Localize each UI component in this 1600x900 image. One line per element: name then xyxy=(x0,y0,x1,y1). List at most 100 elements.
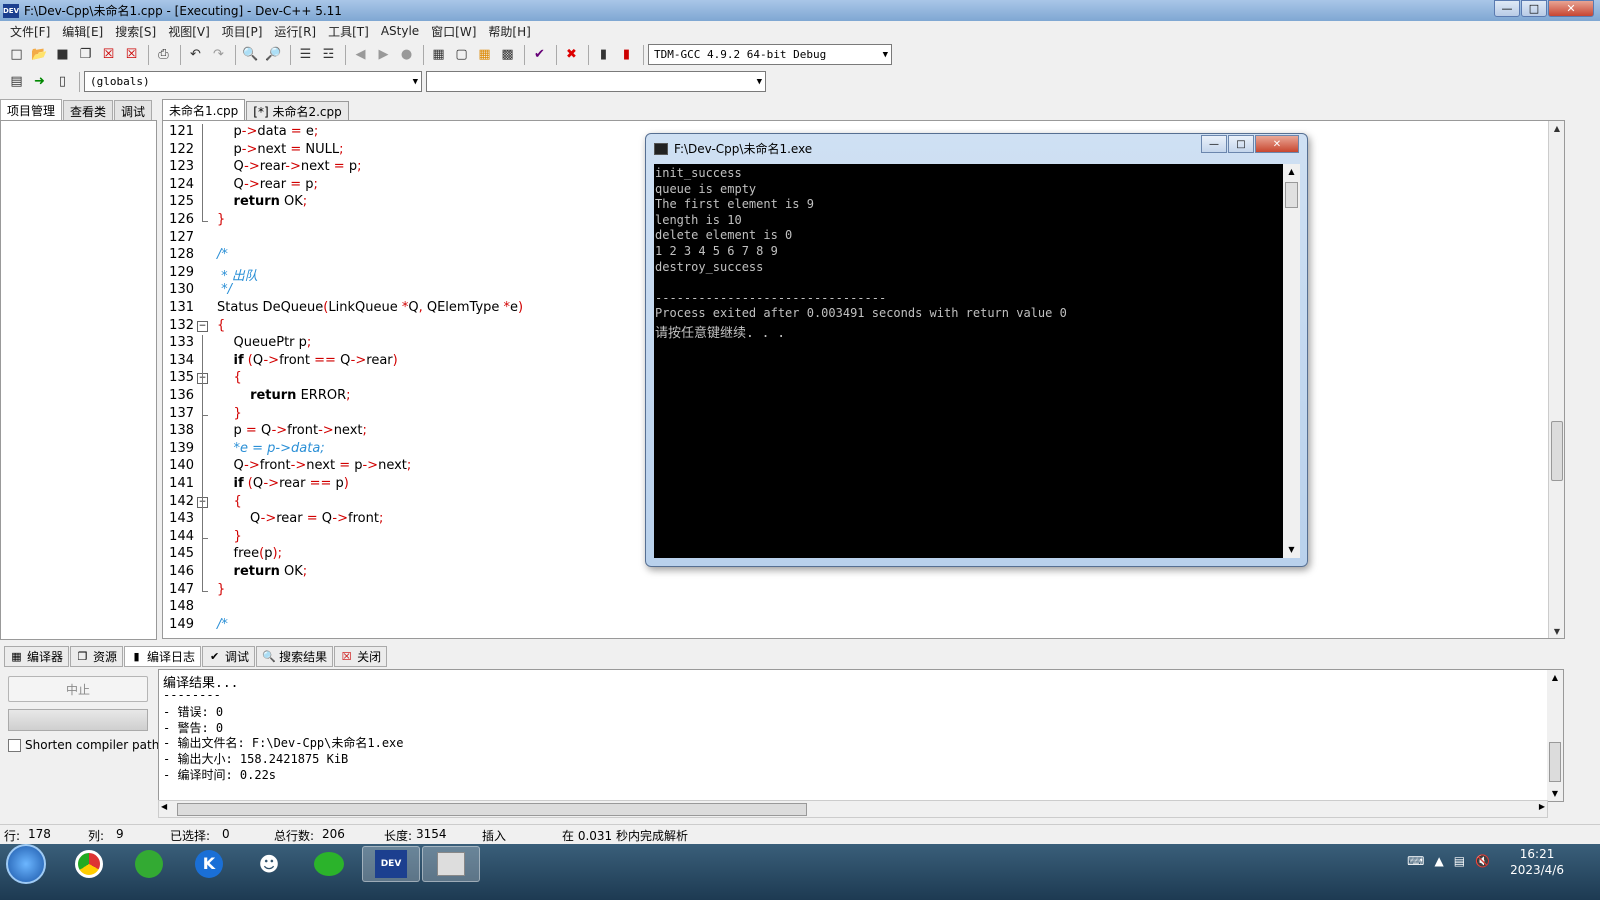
tab-file-1[interactable]: 未命名1.cpp xyxy=(162,99,246,121)
network-icon[interactable]: ▤ xyxy=(1454,854,1465,868)
code-line[interactable]: p = Q->front->next; xyxy=(217,423,367,438)
menu-project[interactable]: 项目[P] xyxy=(216,23,269,40)
scroll-left-icon[interactable]: ◀ xyxy=(161,802,167,811)
new-file-icon[interactable]: □ xyxy=(6,44,27,65)
find-icon[interactable]: 🔍 xyxy=(240,44,261,65)
code-line[interactable]: return ERROR; xyxy=(217,388,350,403)
code-line[interactable]: Q->rear = Q->front; xyxy=(217,511,383,526)
log-vertical-scrollbar[interactable]: ▲ ▼ xyxy=(1547,670,1563,801)
code-line[interactable]: p->data = e; xyxy=(217,124,319,139)
scroll-thumb[interactable] xyxy=(177,803,807,816)
scroll-down-icon[interactable]: ▼ xyxy=(1547,786,1563,801)
replace-icon[interactable]: 🔎 xyxy=(263,44,284,65)
scroll-right-icon[interactable]: ▶ xyxy=(1539,802,1545,811)
code-line[interactable]: *e = p->data; xyxy=(217,441,325,456)
maximize-button[interactable]: □ xyxy=(1521,0,1547,17)
toggle-bookmark-icon[interactable]: ▯ xyxy=(52,71,73,92)
compile-run-icon[interactable]: ▦ xyxy=(474,44,495,65)
close-button[interactable]: ✕ xyxy=(1548,0,1594,17)
bookmark-icon[interactable]: ● xyxy=(396,44,417,65)
scope-select[interactable]: (globals) ▼ xyxy=(84,71,422,92)
scroll-up-icon[interactable]: ▲ xyxy=(1549,121,1564,137)
shorten-paths-option[interactable]: Shorten compiler paths xyxy=(8,738,166,752)
scroll-thumb[interactable] xyxy=(1285,182,1298,208)
save-all-icon[interactable]: ❐ xyxy=(75,44,96,65)
clock[interactable]: 16:21 2023/4/6 xyxy=(1510,846,1564,878)
code-line[interactable]: /* xyxy=(217,617,228,632)
compile-log[interactable]: ▲ ▼ 编译结果... -------- - 错误: 0- 警告: 0- 输出文件名… xyxy=(158,669,1564,802)
console-close-button[interactable]: ✕ xyxy=(1255,135,1299,153)
wechat-taskbar-icon[interactable] xyxy=(300,846,358,882)
tab-debug[interactable]: 调试 xyxy=(114,100,153,121)
code-line[interactable]: Q->front->next = p->next; xyxy=(217,458,412,473)
code-line[interactable]: } xyxy=(217,582,225,597)
scroll-down-icon[interactable]: ▼ xyxy=(1549,624,1564,638)
tab-resources[interactable]: ❐ 资源 xyxy=(70,645,124,667)
tray-arrow-icon[interactable]: ▲ xyxy=(1434,854,1443,868)
run-icon[interactable]: ▢ xyxy=(451,44,472,65)
console-taskbar-icon[interactable] xyxy=(422,846,480,882)
compile-icon[interactable]: ▦ xyxy=(428,44,449,65)
code-line[interactable]: if (Q->rear == p) xyxy=(217,476,349,491)
open-file-icon[interactable]: 📂 xyxy=(29,44,50,65)
devcpp-taskbar-icon[interactable]: DEV xyxy=(362,846,420,882)
symbol-select[interactable]: ▼ xyxy=(426,71,766,92)
close-all-icon[interactable]: ☒ xyxy=(121,44,142,65)
tab-project[interactable]: 项目管理 xyxy=(0,99,63,121)
tab-search-results[interactable]: 🔍 搜索结果 xyxy=(256,645,334,667)
code-line[interactable]: } xyxy=(217,212,225,227)
volume-muted-icon[interactable]: 🔇 xyxy=(1475,854,1490,868)
users-taskbar-icon[interactable]: ☻ xyxy=(240,846,298,882)
tab-debug-output[interactable]: ✔ 调试 xyxy=(202,645,256,667)
minimize-button[interactable]: — xyxy=(1494,0,1520,17)
indent-icon[interactable]: ☰ xyxy=(295,44,316,65)
console-minimize-button[interactable]: — xyxy=(1201,135,1227,153)
close-file-icon[interactable]: ☒ xyxy=(98,44,119,65)
code-line[interactable]: { xyxy=(217,370,242,385)
undo-icon[interactable]: ↶ xyxy=(185,44,206,65)
code-line[interactable]: Q->rear = p; xyxy=(217,177,318,192)
forward-icon[interactable]: ▶ xyxy=(373,44,394,65)
menu-view[interactable]: 视图[V] xyxy=(162,23,216,40)
abort-button[interactable]: 中止 xyxy=(8,676,148,702)
keyboard-icon[interactable]: ⌨ xyxy=(1407,854,1424,868)
scroll-up-icon[interactable]: ▲ xyxy=(1283,164,1300,180)
log-horizontal-scrollbar[interactable]: ◀ ▶ xyxy=(158,800,1548,818)
profile-icon[interactable]: ▮ xyxy=(593,44,614,65)
menu-tools[interactable]: 工具[T] xyxy=(322,23,375,40)
menu-astyle[interactable]: AStyle xyxy=(375,24,425,38)
browser-taskbar-icon[interactable] xyxy=(120,846,178,882)
chrome-taskbar-icon[interactable] xyxy=(60,846,118,882)
code-line[interactable]: QueuePtr p; xyxy=(217,335,312,350)
fold-toggle-icon[interactable]: − xyxy=(197,320,208,332)
tab-close[interactable]: ☒ 关闭 xyxy=(334,645,388,667)
code-line[interactable]: return OK; xyxy=(217,564,308,579)
tab-compile-log[interactable]: ▮ 编译日志 xyxy=(124,645,202,667)
scroll-down-icon[interactable]: ▼ xyxy=(1283,542,1300,558)
scroll-up-icon[interactable]: ▲ xyxy=(1547,670,1563,686)
tab-file-2[interactable]: [*] 未命名2.cpp xyxy=(246,101,349,121)
project-panel[interactable] xyxy=(0,120,157,640)
back-icon[interactable]: ◀ xyxy=(350,44,371,65)
compiler-select[interactable]: TDM-GCC 4.9.2 64-bit Debug ▼ xyxy=(648,44,892,65)
code-line[interactable]: { xyxy=(217,494,242,509)
editor-vertical-scrollbar[interactable]: ▲ ▼ xyxy=(1548,121,1564,638)
console-window[interactable]: F:\Dev-Cpp\未命名1.exe — □ ✕ init_success qu… xyxy=(645,133,1308,567)
start-button[interactable] xyxy=(6,844,46,884)
code-line[interactable]: p->next = NULL; xyxy=(217,142,344,157)
code-line[interactable]: Status DeQueue(LinkQueue *Q, QElemType *… xyxy=(217,300,523,315)
code-line[interactable]: if (Q->front == Q->rear) xyxy=(217,353,398,368)
unindent-icon[interactable]: ☲ xyxy=(318,44,339,65)
save-icon[interactable]: ■ xyxy=(52,44,73,65)
stop-execution-icon[interactable]: ✖ xyxy=(561,44,582,65)
code-line[interactable]: } xyxy=(217,406,242,421)
menu-help[interactable]: 帮助[H] xyxy=(482,23,536,40)
code-line[interactable]: */ xyxy=(217,282,232,297)
menu-search[interactable]: 搜索[S] xyxy=(109,23,162,40)
code-line[interactable]: Q->rear->next = p; xyxy=(217,159,362,174)
k-app-taskbar-icon[interactable]: K xyxy=(180,846,238,882)
syntax-check-icon[interactable]: ✔ xyxy=(529,44,550,65)
print-icon[interactable]: ⎙ xyxy=(153,44,174,65)
menu-edit[interactable]: 编辑[E] xyxy=(56,23,109,40)
scroll-thumb[interactable] xyxy=(1551,421,1563,481)
